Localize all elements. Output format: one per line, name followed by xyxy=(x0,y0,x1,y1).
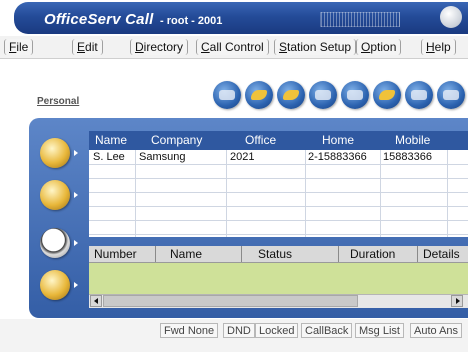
directory-phone-icon xyxy=(40,180,70,210)
header-divider xyxy=(338,246,339,262)
settings-icon[interactable] xyxy=(437,81,465,109)
column-company[interactable]: Company xyxy=(151,133,202,147)
scroll-right-icon[interactable] xyxy=(451,295,463,307)
menu-call-control[interactable]: Call Control xyxy=(196,39,269,55)
clock-icon xyxy=(40,228,70,258)
directory-table-header: Name Company Office Home Mobile xyxy=(89,131,468,150)
column-number[interactable]: Number xyxy=(94,247,137,261)
header-divider xyxy=(241,246,242,262)
menu-directory[interactable]: Directory xyxy=(130,39,189,55)
directory-table[interactable]: Name Company Office Home Mobile S. Lee S… xyxy=(89,131,468,237)
transfer-icon[interactable] xyxy=(341,81,369,109)
conference-icon[interactable] xyxy=(373,81,401,109)
status-bar: Fwd None DND Locked CallBack Msg List Au… xyxy=(0,319,468,352)
menu-option[interactable]: Option xyxy=(356,39,402,55)
table-row[interactable] xyxy=(89,165,468,179)
cell-company: Samsung xyxy=(139,151,186,163)
status-fwd[interactable]: Fwd None xyxy=(160,323,219,338)
menu-station-setup[interactable]: Station Setup xyxy=(274,39,357,55)
arrow-right-icon xyxy=(74,282,78,288)
arrow-right-icon xyxy=(74,240,78,246)
hold-icon[interactable] xyxy=(309,81,337,109)
status-dnd[interactable]: DND xyxy=(223,323,255,338)
column-duration[interactable]: Duration xyxy=(350,247,395,261)
column-details[interactable]: Details xyxy=(423,247,460,261)
scroll-thumb[interactable] xyxy=(103,295,358,307)
horizontal-scrollbar[interactable] xyxy=(89,294,468,308)
table-row[interactable] xyxy=(89,207,468,221)
cell-office: 2021 xyxy=(230,151,255,163)
column-mobile[interactable]: Mobile xyxy=(395,133,430,147)
my-phone-button[interactable] xyxy=(36,134,80,172)
column-status[interactable]: Status xyxy=(258,247,292,261)
column-office[interactable]: Office xyxy=(245,133,276,147)
personal-tab[interactable]: Personal xyxy=(37,96,79,107)
menu-help[interactable]: Help xyxy=(421,39,456,55)
arrow-right-icon xyxy=(74,192,78,198)
table-row[interactable] xyxy=(89,221,468,235)
cell-mobile: 15883366 xyxy=(383,151,432,163)
my-phone-icon xyxy=(40,138,70,168)
table-row[interactable] xyxy=(89,193,468,207)
menu-bar: File Edit Directory Call Control Station… xyxy=(0,36,468,59)
scroll-left-icon[interactable] xyxy=(90,295,102,307)
table-row[interactable]: S. Lee Samsung 2021 2-15883366 15883366 xyxy=(89,151,468,165)
title-bar[interactable]: OfficeServ Call - root - 2001 xyxy=(14,2,468,34)
window-subtitle: - root - 2001 xyxy=(160,15,223,27)
status-auto-ans[interactable]: Auto Ans xyxy=(410,323,463,338)
minimize-icon[interactable] xyxy=(440,6,462,28)
table-row[interactable] xyxy=(89,179,468,193)
status-callback[interactable]: CallBack xyxy=(301,323,353,338)
cell-home: 2-15883366 xyxy=(308,151,367,163)
status-locked[interactable]: Locked xyxy=(255,323,299,338)
directory-button[interactable] xyxy=(36,176,80,214)
column-call-name[interactable]: Name xyxy=(170,247,202,261)
arrow-right-icon xyxy=(74,150,78,156)
header-divider xyxy=(417,246,418,262)
header-divider xyxy=(155,246,156,262)
redial-icon[interactable] xyxy=(405,81,433,109)
title-grip xyxy=(320,12,400,27)
call-list[interactable]: Number Name Status Duration Details xyxy=(89,246,468,308)
call-list-header: Number Name Status Duration Details xyxy=(89,246,468,263)
keypad-icon[interactable] xyxy=(213,81,241,109)
app-title: OfficeServ Call xyxy=(44,11,154,28)
dial-icon[interactable] xyxy=(245,81,273,109)
column-name[interactable]: Name xyxy=(95,133,127,147)
menu-edit[interactable]: Edit xyxy=(72,39,103,55)
main-window: OfficeServ Call - root - 2001 File Edit … xyxy=(0,0,468,352)
cell-name: S. Lee xyxy=(93,151,125,163)
call-phone-button[interactable] xyxy=(36,266,80,304)
history-button[interactable] xyxy=(36,224,80,262)
menu-file[interactable]: File xyxy=(4,39,34,55)
status-msg-list[interactable]: Msg List xyxy=(355,323,404,338)
answer-icon[interactable] xyxy=(277,81,305,109)
call-phone-icon xyxy=(40,270,70,300)
column-home[interactable]: Home xyxy=(322,133,354,147)
